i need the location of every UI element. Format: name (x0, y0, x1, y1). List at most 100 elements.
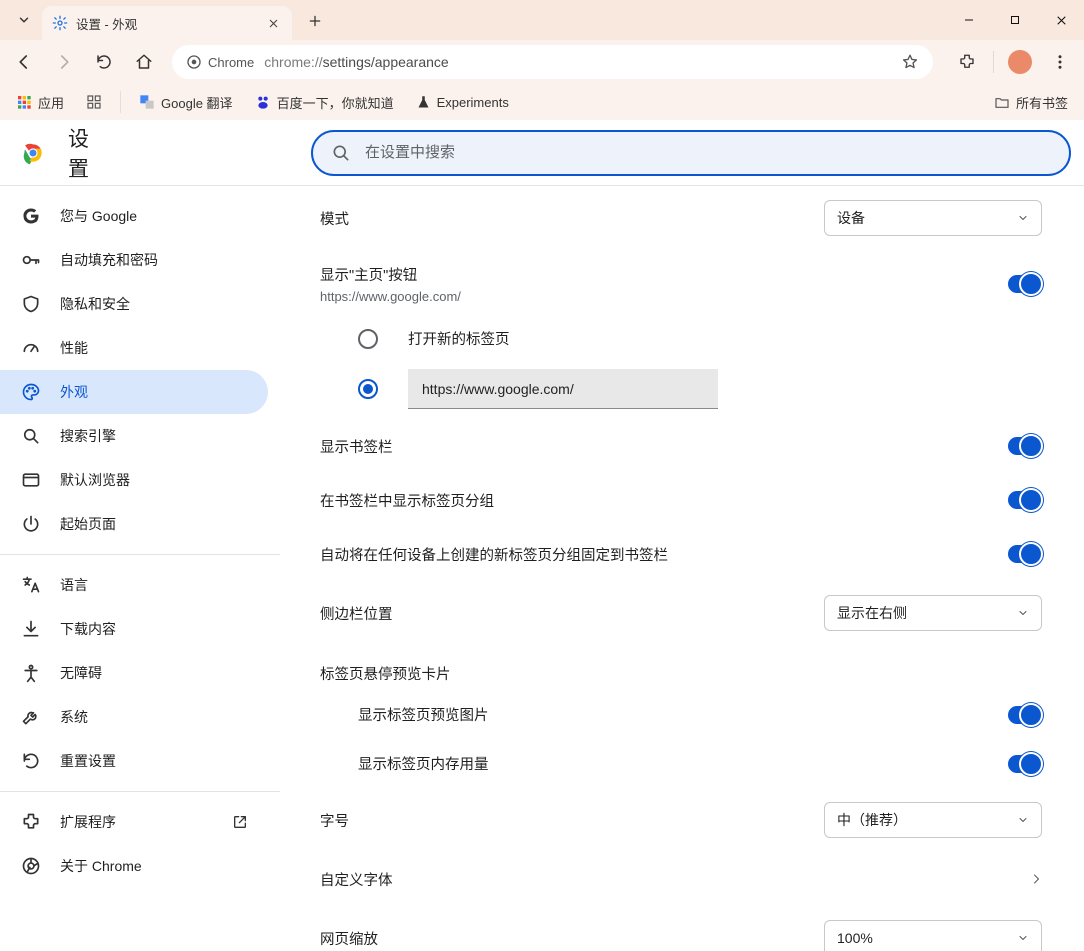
row-home-sub: https://www.google.com/ (320, 289, 461, 304)
search-icon (20, 425, 42, 447)
radio-newtab[interactable] (358, 329, 378, 349)
power-icon (20, 513, 42, 535)
chrome-logo-icon (20, 140, 46, 166)
profile-avatar-button[interactable] (1002, 44, 1038, 80)
search-icon (331, 143, 351, 163)
browser-toolbar: Chrome chrome://settings/appearance (0, 40, 1084, 84)
bookmark-all-bookmarks[interactable]: 所有书签 (986, 89, 1076, 116)
sidebar-item-accessibility[interactable]: 无障碍 (0, 651, 268, 695)
sidebar-item-languages[interactable]: 语言 (0, 563, 268, 607)
sidebar-item-privacy[interactable]: 隐私和安全 (0, 282, 268, 326)
sidebar-item-downloads[interactable]: 下载内容 (0, 607, 268, 651)
site-info-chip[interactable]: Chrome (186, 54, 254, 70)
key-icon (20, 249, 42, 271)
sidebar-item-default-browser[interactable]: 默认浏览器 (0, 458, 268, 502)
close-tab-icon[interactable] (264, 14, 282, 32)
bookmarks-bar: 应用 Google 翻译 百度一下，你就知道 Experiments 所有书签 (0, 84, 1084, 120)
chevron-right-icon (1030, 873, 1042, 885)
radio-row-newtab: 打开新的标签页 (298, 318, 1064, 359)
toggle-bookmarks-bar[interactable] (1008, 437, 1042, 455)
reset-icon (20, 750, 42, 772)
toggle-tabgroups[interactable] (1008, 491, 1042, 509)
maximize-button[interactable] (992, 0, 1038, 40)
settings-title: 设置 (68, 123, 89, 183)
select-fontsize[interactable]: 中（推荐） (824, 802, 1042, 838)
bookmark-divider (120, 91, 121, 113)
toggle-hover-preview[interactable] (1008, 706, 1042, 724)
bookmark-apps[interactable]: 应用 (8, 89, 72, 116)
hover-cards-heading: 标签页悬停预览卡片 (298, 645, 1064, 690)
sidebar-divider (0, 554, 280, 555)
extensions-icon[interactable] (949, 44, 985, 80)
home-url-input[interactable]: https://www.google.com/ (408, 369, 718, 409)
toggle-home-button[interactable] (1008, 275, 1042, 293)
chrome-outline-icon (20, 855, 42, 877)
sidebar-item-search-engine[interactable]: 搜索引擎 (0, 414, 268, 458)
row-mode-label: 模式 (320, 208, 349, 229)
settings-search-input[interactable] (363, 143, 1051, 162)
radio-row-custom-url: https://www.google.com/ (298, 359, 1064, 419)
select-sidepanel[interactable]: 显示在右侧 (824, 595, 1042, 631)
bookmark-reading-list-icon[interactable] (78, 90, 110, 114)
sidebar-item-performance[interactable]: 性能 (0, 326, 268, 370)
browser-icon (20, 469, 42, 491)
sidebar-item-you-and-google[interactable]: 您与 Google (0, 194, 268, 238)
row-fontsize: 字号 中（推荐） (298, 788, 1064, 852)
minimize-button[interactable] (946, 0, 992, 40)
bookmark-google-translate[interactable]: Google 翻译 (131, 89, 241, 116)
window-titlebar: 设置 - 外观 (0, 0, 1084, 40)
new-tab-button[interactable] (300, 6, 330, 36)
close-window-button[interactable] (1038, 0, 1084, 40)
omnibox[interactable]: Chrome chrome://settings/appearance (172, 45, 933, 79)
sidebar-item-about[interactable]: 关于 Chrome (0, 844, 268, 888)
sidebar-item-reset[interactable]: 重置设置 (0, 739, 268, 783)
sidebar-item-system[interactable]: 系统 (0, 695, 268, 739)
accessibility-icon (20, 662, 42, 684)
reload-button[interactable] (86, 44, 122, 80)
select-mode[interactable]: 设备 (824, 200, 1042, 236)
bookmark-experiments[interactable]: Experiments (408, 91, 517, 114)
settings-main: 模式 设备 显示"主页"按钮 https://www.google.com/ (280, 186, 1084, 951)
row-home-button: 显示"主页"按钮 https://www.google.com/ (298, 250, 1064, 318)
nav-back-button[interactable] (6, 44, 42, 80)
chevron-down-icon (1017, 607, 1029, 619)
window-controls (946, 0, 1084, 40)
bookmark-star-icon[interactable] (901, 53, 919, 71)
row-autopin-groups: 自动将在任何设备上创建的新标签页分组固定到书签栏 (298, 527, 1064, 581)
row-sidepanel: 侧边栏位置 显示在右侧 (298, 581, 1064, 645)
home-button[interactable] (126, 44, 162, 80)
download-icon (20, 618, 42, 640)
sidebar-item-autofill[interactable]: 自动填充和密码 (0, 238, 268, 282)
palette-icon (20, 381, 42, 403)
toggle-autopin-groups[interactable] (1008, 545, 1042, 563)
translate-icon (20, 574, 42, 596)
row-hover-preview-images: 显示标签页预览图片 (298, 690, 1064, 739)
wrench-icon (20, 706, 42, 728)
sidebar-item-appearance[interactable]: 外观 (0, 370, 268, 414)
row-hover-memory: 显示标签页内存用量 (298, 739, 1064, 788)
settings-search-box[interactable] (311, 130, 1071, 176)
row-mode: 模式 设备 (298, 186, 1064, 250)
browser-menu-icon[interactable] (1042, 44, 1078, 80)
speedometer-icon (20, 337, 42, 359)
sidebar-item-extensions[interactable]: 扩展程序 (0, 800, 268, 844)
sidebar-divider-2 (0, 791, 280, 792)
sidebar-item-on-startup[interactable]: 起始页面 (0, 502, 268, 546)
toggle-hover-memory[interactable] (1008, 755, 1042, 773)
settings-header: 设置 (0, 120, 1084, 186)
toolbar-right (949, 44, 1078, 80)
chevron-down-icon (1017, 212, 1029, 224)
select-page-zoom[interactable]: 100% (824, 920, 1042, 951)
row-show-bookmarks-bar: 显示书签栏 (298, 419, 1064, 473)
browser-tab-active[interactable]: 设置 - 外观 (42, 6, 292, 40)
bookmark-baidu[interactable]: 百度一下，你就知道 (247, 89, 402, 116)
settings-sidebar: 您与 Google 自动填充和密码 隐私和安全 性能 外观 搜索引擎 (0, 186, 280, 951)
row-home-label: 显示"主页"按钮 (320, 264, 461, 285)
tab-title: 设置 - 外观 (76, 14, 137, 33)
extensions-icon (20, 811, 42, 833)
nav-forward-button[interactable] (46, 44, 82, 80)
radio-custom-url[interactable] (358, 379, 378, 399)
row-custom-fonts[interactable]: 自定义字体 (298, 852, 1064, 906)
row-show-tabgroups: 在书签栏中显示标签页分组 (298, 473, 1064, 527)
tab-search-dropdown[interactable] (10, 6, 38, 34)
